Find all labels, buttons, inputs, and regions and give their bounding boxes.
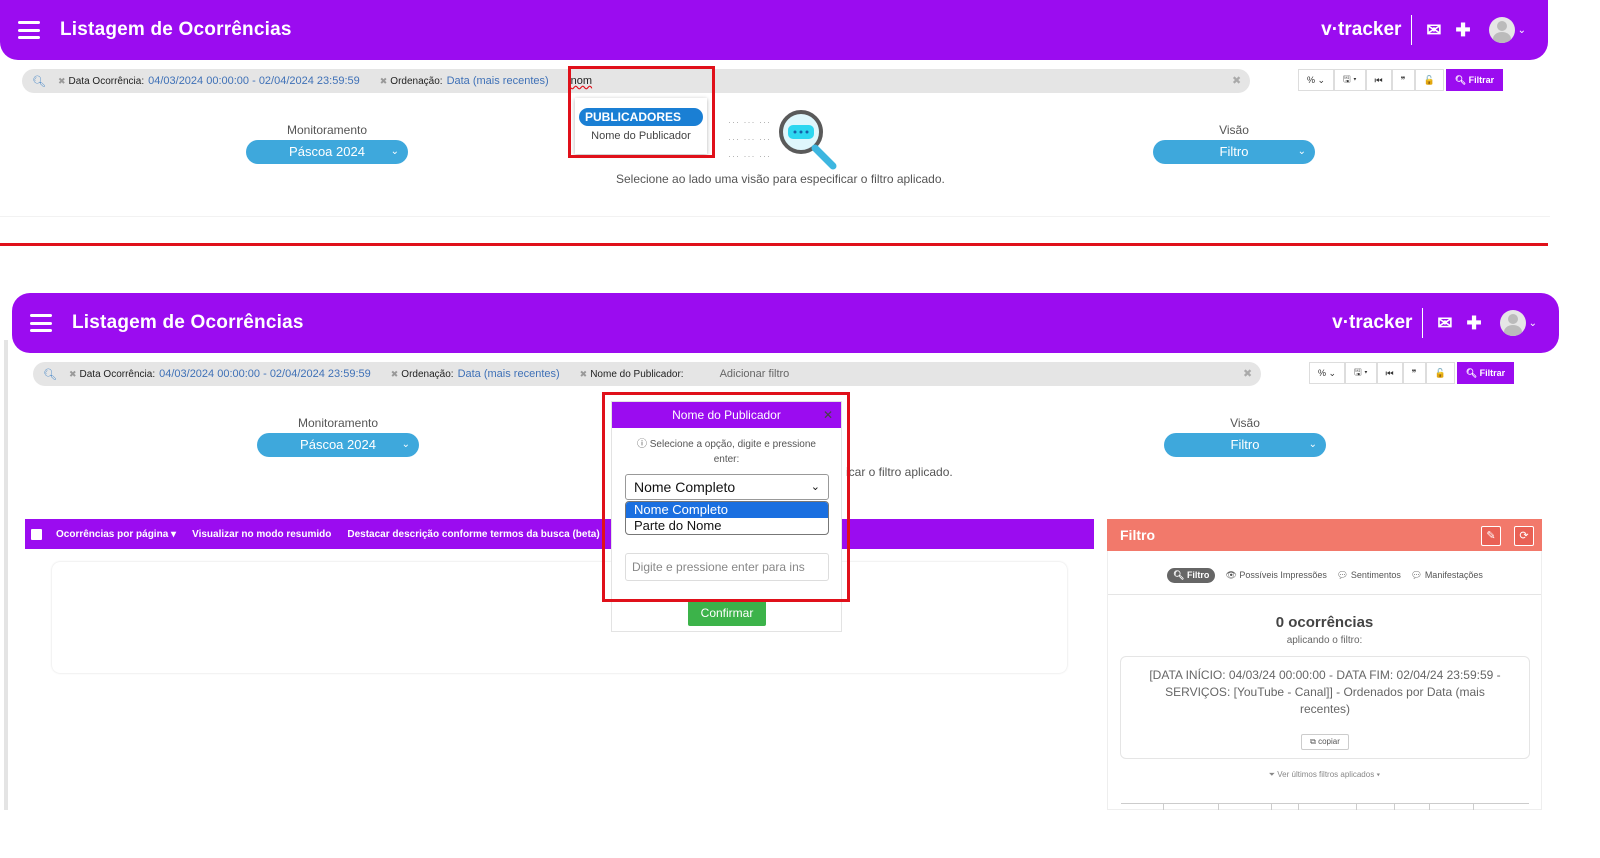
menu-icon[interactable] [30, 314, 52, 332]
save-button[interactable]: 🖫 ▾ [1334, 69, 1366, 91]
chevron-down-icon[interactable]: ⌄ [1529, 318, 1537, 329]
filter-button[interactable]: 🔍︎ Filtrar [1445, 69, 1504, 91]
filter-chip-date[interactable]: ✖ Data Ocorrência: 04/03/2024 00:00:00 -… [69, 368, 371, 380]
confirm-button[interactable]: Confirmar [688, 600, 766, 626]
add-filter-input[interactable]: Adicionar filtro [720, 368, 790, 380]
copy-button[interactable]: ⧉ copiar [1301, 734, 1349, 750]
unlock-button[interactable]: 🔓 [1425, 362, 1455, 384]
summary-mode-link[interactable]: Visualizar no modo resumido [192, 529, 331, 540]
section-divider [0, 243, 1548, 246]
percent-button[interactable]: % ⌄ [1298, 69, 1335, 91]
filter-chip-publisher[interactable]: ✖ Nome do Publicador: [580, 369, 684, 380]
refresh-icon[interactable]: ⟳ [1514, 526, 1534, 546]
first-page-button[interactable]: ⏮ [1376, 362, 1403, 384]
magnifier-illustration [779, 110, 837, 170]
monitor-label: Monitoramento [297, 416, 379, 430]
select-all-checkbox[interactable] [31, 528, 42, 540]
mail-icon[interactable]: ✉ [1437, 313, 1452, 334]
chevron-down-icon: ⌄ [390, 146, 399, 157]
table-col [1298, 803, 1299, 810]
percent-button[interactable]: % ⌄ [1309, 362, 1346, 384]
view-hint: Selecione ao lado uma visão para especif… [616, 172, 945, 186]
table-col [1271, 803, 1272, 810]
applying-label: aplicando o filtro: [1286, 635, 1363, 646]
quote-button[interactable]: ❞ [1402, 362, 1426, 384]
filter-chip-date[interactable]: ✖ Data Ocorrência: 04/03/2024 00:00:00 -… [58, 75, 360, 87]
search-icon: 🔍︎ [43, 368, 57, 381]
view-select[interactable]: Filtro ⌄ [1164, 433, 1326, 457]
page-frame-left [4, 340, 8, 810]
list-toolbar: Ocorrências por página ▾ Visualizar no m… [25, 519, 1094, 549]
top-header: Listagem de Ocorrências v·tracker ✉ ✚ ⌄ [0, 0, 1548, 60]
filter-chip-order[interactable]: ✖ Ordenação: Data (mais recentes) [380, 75, 549, 87]
close-icon[interactable]: ✖ [391, 369, 399, 380]
avatar[interactable] [1488, 17, 1515, 43]
annotation-box [568, 66, 715, 158]
filter-button[interactable]: 🔍︎ Filtrar [1456, 362, 1515, 384]
search-icon: 🔍︎ [32, 75, 46, 88]
table-col [1394, 803, 1395, 810]
menu-icon[interactable] [18, 21, 40, 39]
tab-sentimentos[interactable]: 💬︎ Sentimentos [1337, 570, 1401, 581]
close-icon[interactable]: ✖ [58, 76, 66, 87]
panel-divider [1108, 594, 1541, 595]
monitor-label: Monitoramento [286, 123, 368, 137]
monitor-select[interactable]: Páscoa 2024 ⌄ [257, 433, 419, 457]
table-col [1356, 803, 1357, 810]
table-col [1473, 803, 1474, 810]
chevron-down-icon: ⌄ [1308, 439, 1317, 450]
close-icon[interactable]: ✖ [580, 369, 588, 380]
clear-icon[interactable]: ✖ [1232, 74, 1241, 87]
plus-icon[interactable]: ✚ [1467, 313, 1482, 334]
view-hint: icar o filtro aplicado. [846, 465, 953, 479]
close-icon[interactable]: ✖ [69, 369, 77, 380]
placeholder-dots: ··· ··· ··· ··· ··· ··· ··· ··· ··· [728, 117, 771, 161]
avatar[interactable] [1499, 310, 1526, 336]
toolbar: % ⌄ 🖫 ▾ ⏮ ❞ 🔓 🔍︎ Filtrar [1298, 69, 1504, 91]
table-col [1163, 803, 1164, 810]
highlight-terms-link[interactable]: Destacar descrição conforme termos da bu… [347, 529, 599, 540]
view-label: Visão [1230, 416, 1260, 430]
view-label: Visão [1219, 123, 1249, 137]
edit-icon[interactable]: ✎ [1481, 526, 1501, 546]
toolbar: % ⌄ 🖫 ▾ ⏮ ❞ 🔓 🔍︎ Filtrar [1309, 362, 1515, 384]
chevron-down-icon: ⌄ [1297, 146, 1306, 157]
table-col [1429, 803, 1430, 810]
filter-panel-header: Filtro [1107, 519, 1542, 551]
chevron-down-icon: ⌄ [401, 439, 410, 450]
screen-bottom-strip [0, 216, 1550, 217]
occurrence-count: 0 ocorrências [1275, 614, 1374, 631]
monitor-select[interactable]: Páscoa 2024 ⌄ [246, 140, 408, 164]
last-filters-link[interactable]: ⏷ Ver últimos filtros aplicados ▾ [1108, 770, 1541, 780]
brand-logo: v·tracker [1321, 15, 1413, 45]
quote-button[interactable]: ❞ [1391, 69, 1415, 91]
page-title: Listagem de Ocorrências [72, 312, 304, 333]
view-select[interactable]: Filtro ⌄ [1153, 140, 1315, 164]
tab-filtro[interactable]: 🔍︎ Filtro [1167, 568, 1216, 583]
plus-icon[interactable]: ✚ [1456, 20, 1471, 41]
bottom-header: Listagem de Ocorrências v·tracker ✉ ✚ ⌄ [12, 293, 1559, 353]
mail-icon[interactable]: ✉ [1426, 20, 1441, 41]
per-page-dropdown[interactable]: Ocorrências por página ▾ [56, 529, 176, 540]
clear-icon[interactable]: ✖ [1243, 367, 1252, 380]
filter-chip-order[interactable]: ✖ Ordenação: Data (mais recentes) [391, 368, 560, 380]
first-page-button[interactable]: ⏮ [1365, 69, 1392, 91]
filter-bar[interactable]: 🔍︎ ✖ Data Ocorrência: 04/03/2024 00:00:0… [33, 362, 1261, 386]
tab-impressoes[interactable]: 👁︎ Possíveis Impressões [1225, 570, 1326, 581]
chevron-down-icon[interactable]: ⌄ [1518, 25, 1526, 36]
panel-tabs: 🔍︎ Filtro 👁︎ Possíveis Impressões 💬︎ Sen… [1167, 568, 1493, 583]
save-button[interactable]: 🖫 ▾ [1345, 362, 1377, 384]
page-title: Listagem de Ocorrências [60, 19, 292, 40]
close-icon[interactable]: ✖ [380, 76, 388, 87]
table-col [1218, 803, 1219, 810]
results-card [52, 562, 1067, 673]
tab-manifestacoes[interactable]: 💬︎ Manifestações [1411, 570, 1483, 581]
table-header-line [1121, 803, 1529, 804]
unlock-button[interactable]: 🔓 [1414, 69, 1444, 91]
brand-logo: v·tracker [1332, 308, 1424, 338]
annotation-box [602, 392, 850, 602]
